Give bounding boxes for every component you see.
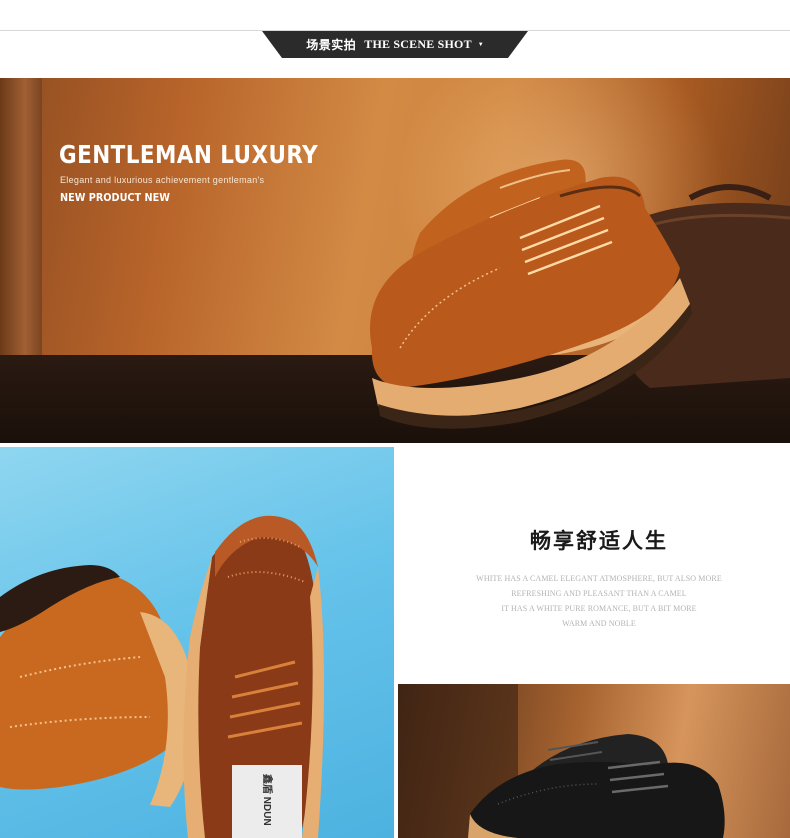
slogan-line: WARM AND NOBLE (562, 619, 636, 628)
slogan-line: REFRESHING AND PLEASANT THAN A CAMEL (511, 589, 687, 598)
section-header: 场景实拍 THE SCENE SHOT ▼ (0, 0, 790, 78)
slogan-block: 畅享舒适人生 WHITE HAS A CAMEL ELEGANT ATMOSPH… (394, 447, 790, 684)
section-title-en: THE SCENE SHOT (364, 37, 472, 51)
banner-tag: NEW PRODUCT NEW (60, 191, 170, 204)
sky-shoes-illustration (0, 515, 324, 838)
triangle-down-icon: ▼ (477, 41, 484, 48)
slogan-heading: 畅享舒适人生 (530, 528, 668, 553)
hero-shoes-illustration (370, 159, 790, 429)
section-title-tab: 场景实拍 THE SCENE SHOT ▼ (262, 31, 528, 58)
slogan-line: WHITE HAS A CAMEL ELEGANT ATMOSPHERE, BU… (476, 574, 722, 583)
black-shoes-illustration (398, 684, 725, 838)
banner-title: GENTLEMAN LUXURY (59, 140, 319, 169)
hero-banner: GENTLEMAN LUXURY Elegant and luxurious a… (0, 78, 790, 443)
black-shoes-photo (398, 684, 790, 838)
insole-brand-area: 鑫盾 NDUN (232, 770, 302, 830)
slogan-description: WHITE HAS A CAMEL ELEGANT ATMOSPHERE, BU… (394, 571, 790, 631)
insole-brand-label: 鑫盾 NDUN (261, 774, 272, 826)
front-shoe (370, 176, 692, 429)
section-title-cn: 场景实拍 (306, 38, 357, 52)
slogan-line: IT HAS A WHITE PURE ROMANCE, BUT A BIT M… (501, 604, 697, 613)
left-tan-shoe (0, 565, 196, 807)
blue-sky-shoes-photo (0, 447, 394, 838)
banner-subtitle: Elegant and luxurious achievement gentle… (60, 175, 265, 185)
